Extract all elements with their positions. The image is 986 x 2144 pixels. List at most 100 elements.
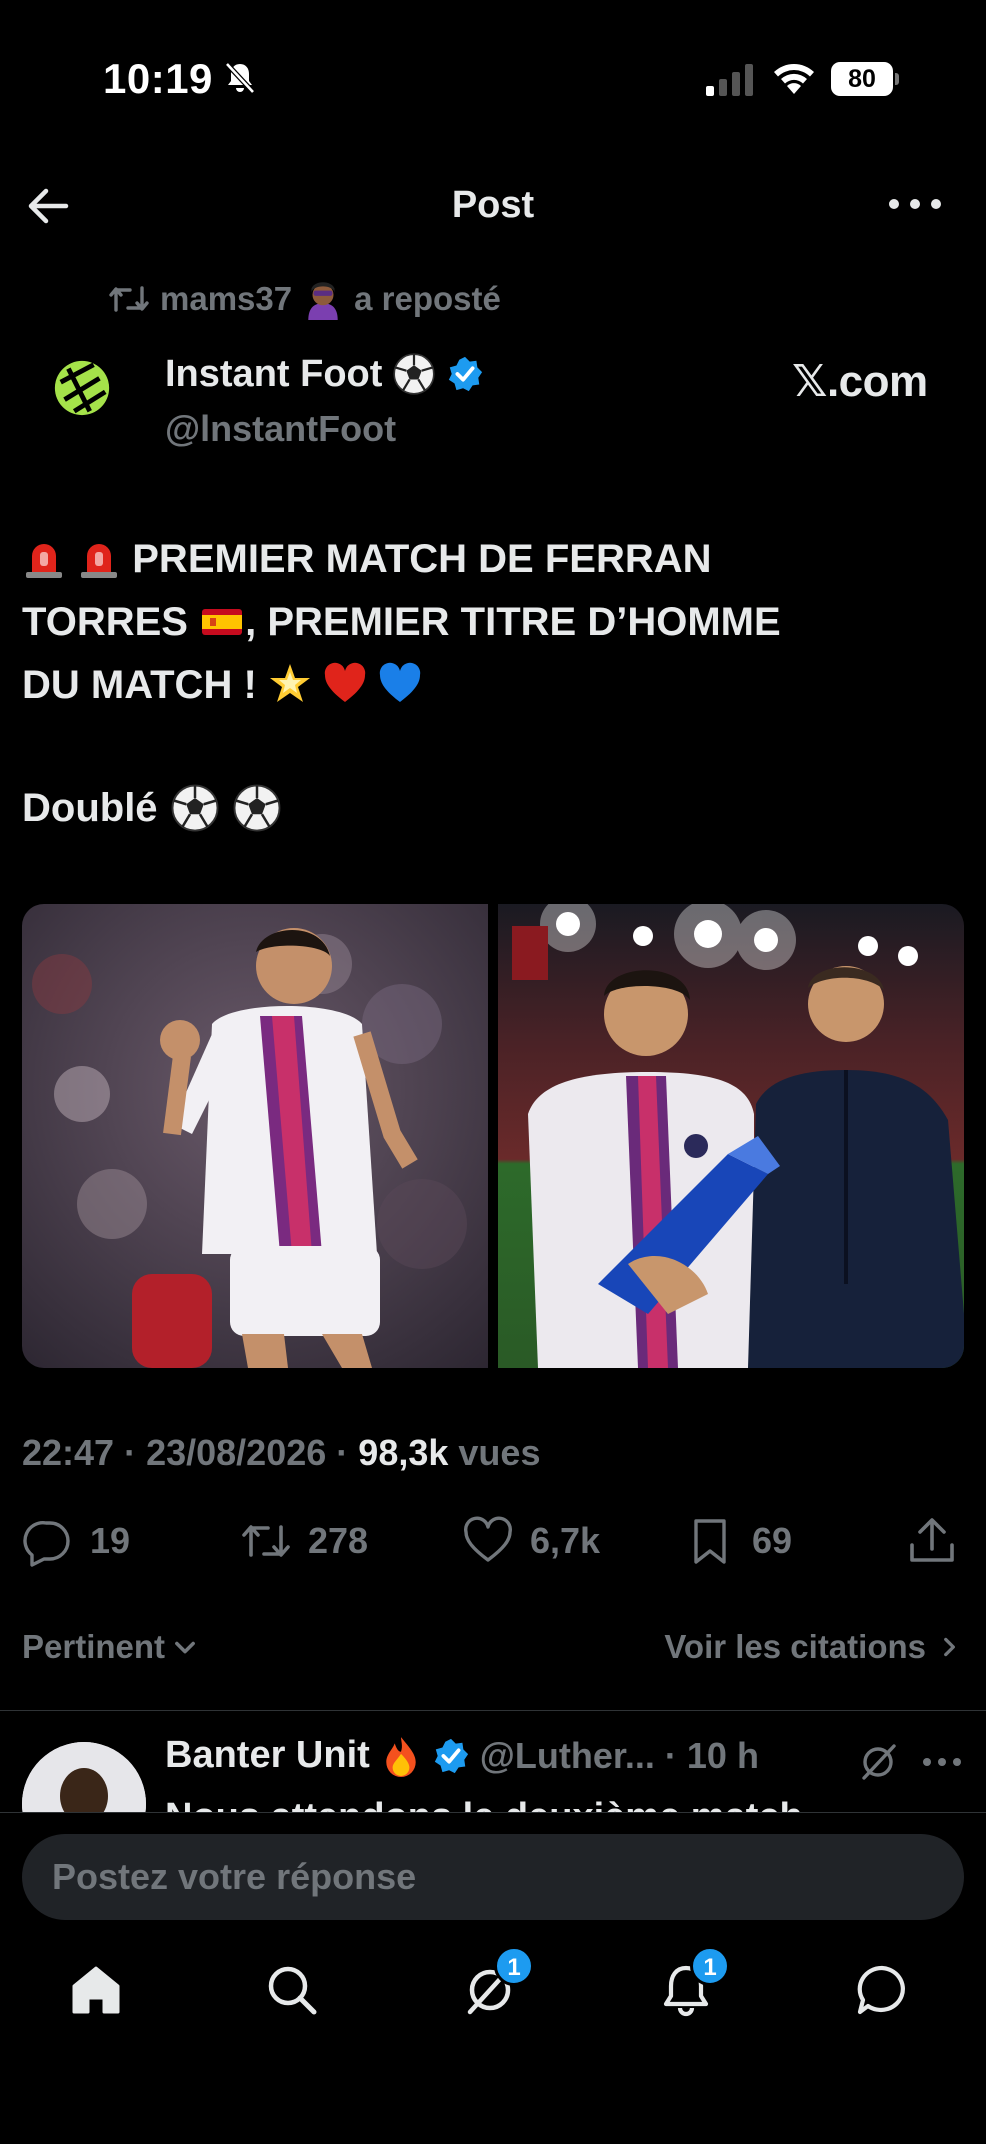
status-bar: 10:19 80 <box>0 0 986 160</box>
battery-indicator: 80 <box>831 62 899 96</box>
tweet-line-3-text: DU MATCH ! <box>22 663 257 707</box>
reply-input[interactable] <box>22 1834 964 1920</box>
bookmark-action[interactable]: 69 <box>684 1515 792 1567</box>
tab-notifications[interactable]: 1 <box>656 1946 730 2030</box>
author-avatar[interactable] <box>34 340 130 436</box>
post-date: 23/08/2026 <box>146 1432 327 1473</box>
repost-indicator[interactable]: mams37 a reposté <box>108 278 501 320</box>
share-action[interactable] <box>906 1515 958 1567</box>
red-heart-emoji-icon <box>324 662 366 702</box>
repost-label: a reposté <box>354 280 501 317</box>
tab-messages[interactable] <box>852 1960 922 2030</box>
tweet-line-1-text: PREMIER MATCH DE FERRAN <box>132 537 712 581</box>
tweet-line-2b-text: , PREMIER TITRE D’HOMME <box>245 600 781 644</box>
divider <box>0 1710 986 1711</box>
battery-level: 80 <box>831 62 893 96</box>
battery-tip <box>895 73 899 85</box>
superhero-emoji-icon <box>308 282 338 320</box>
reply-text: Nous attendons le deuxième match <box>165 1796 803 1812</box>
sort-dropdown[interactable]: Pertinent <box>22 1628 199 1666</box>
soccer-ball-icon <box>233 784 280 832</box>
siren-emoji-icon <box>81 544 118 578</box>
glowing-star-emoji-icon <box>269 664 310 702</box>
reply-author-name[interactable]: Banter Unit <box>165 1734 370 1777</box>
more-options-icon[interactable] <box>888 192 942 216</box>
meta-separator: · <box>124 1432 147 1473</box>
repost-icon <box>242 1525 290 1557</box>
post-header: Post <box>0 170 986 240</box>
chevron-right-icon <box>944 1637 955 1657</box>
reply-icon <box>23 1521 70 1567</box>
author-handle[interactable]: @lnstantFoot <box>165 408 396 450</box>
tweet-body: PREMIER MATCH DE FERRAN TORRES , PREMIER… <box>22 528 962 717</box>
heart-icon <box>464 1516 512 1562</box>
bookmark-count: 69 <box>752 1520 793 1561</box>
reply-avatar-image <box>22 1742 146 1812</box>
cellular-signal-icon <box>706 64 753 96</box>
bottom-tab-bar: 1 1 <box>0 1946 986 2050</box>
grok-badge: 1 <box>494 1946 534 1986</box>
views-label: vues <box>458 1432 541 1473</box>
reply-item[interactable]: Banter Unit @Luther... · 10 h Nous atten… <box>0 1712 986 1812</box>
tweet-line-2: TORRES , PREMIER TITRE D’HOMME <box>22 591 962 654</box>
media-image-trophy[interactable] <box>498 904 964 1368</box>
celebration-photo <box>22 904 488 1368</box>
repost-icon <box>109 286 149 312</box>
reply-count: 19 <box>90 1520 131 1561</box>
reply-avatar[interactable] <box>22 1742 146 1812</box>
view-quotes-label: Voir les citations <box>664 1628 926 1665</box>
tweet-line-1: PREMIER MATCH DE FERRAN <box>22 528 962 591</box>
grok-icon[interactable] <box>858 1742 898 1782</box>
action-bar: 19 278 6,7k 69 <box>22 1515 962 1575</box>
trophy-photo <box>498 904 964 1368</box>
view-quotes-link[interactable]: Voir les citations <box>664 1628 962 1666</box>
source-label[interactable]: 𝕏.com <box>792 356 928 407</box>
soccer-ball-icon <box>171 784 218 832</box>
reply-author-handle[interactable]: @Luther... <box>480 1735 655 1777</box>
blue-heart-emoji-icon <box>379 662 421 702</box>
tweet-line-4-text: Doublé <box>22 785 158 830</box>
verified-badge-icon <box>434 1738 468 1773</box>
reply-header: Banter Unit @Luther... · 10 h <box>165 1734 759 1777</box>
chevron-down-icon <box>175 1641 195 1654</box>
sort-label: Pertinent <box>22 1628 166 1665</box>
reply-time: · 10 h <box>664 1734 759 1776</box>
home-icon <box>72 1966 120 2014</box>
status-time: 10:19 <box>103 55 213 102</box>
media-image-celebration[interactable] <box>22 904 488 1368</box>
share-icon <box>910 1518 954 1562</box>
views-count[interactable]: 98,3k <box>358 1432 448 1473</box>
page-title: Post <box>451 184 535 226</box>
meta-separator: · <box>336 1432 359 1473</box>
fire-emoji-icon <box>386 1736 416 1777</box>
notifications-badge: 1 <box>690 1946 730 1986</box>
tab-grok[interactable]: 1 <box>460 1946 534 2030</box>
post-meta: 22:47 · 23/08/2026 · 98,3k vues <box>22 1432 540 1474</box>
search-icon <box>268 1966 317 2015</box>
post-time: 22:47 <box>22 1432 115 1473</box>
siren-emoji-icon <box>26 544 62 578</box>
reply-action[interactable]: 19 <box>22 1515 130 1567</box>
reply-more-icon[interactable] <box>922 1752 962 1772</box>
bookmark-icon <box>694 1519 726 1564</box>
repost-action[interactable]: 278 <box>240 1515 368 1567</box>
soccer-ball-icon <box>393 353 436 395</box>
tweet-line-2a-text: TORRES <box>22 600 188 644</box>
wifi-icon <box>774 64 814 94</box>
like-count: 6,7k <box>530 1520 601 1561</box>
like-action[interactable]: 6,7k <box>462 1515 600 1567</box>
tweet-line-4: Doublé <box>22 783 282 833</box>
instant-foot-logo-icon <box>54 360 110 416</box>
bell-off-icon <box>225 62 255 94</box>
tab-home[interactable] <box>66 1960 136 2030</box>
author-name-row[interactable]: Instant Foot <box>165 352 484 396</box>
verified-badge-icon <box>449 356 483 392</box>
tweet-line-3: DU MATCH ! <box>22 654 962 717</box>
replies-sort-row: Pertinent Voir les citations <box>22 1628 962 1674</box>
chat-bubble-icon <box>857 1965 905 2015</box>
tab-search[interactable] <box>262 1960 332 2030</box>
spain-flag-icon <box>202 609 243 635</box>
repost-user: mams37 <box>160 280 293 317</box>
author-name: Instant Foot <box>165 352 383 395</box>
repost-count: 278 <box>308 1520 369 1561</box>
